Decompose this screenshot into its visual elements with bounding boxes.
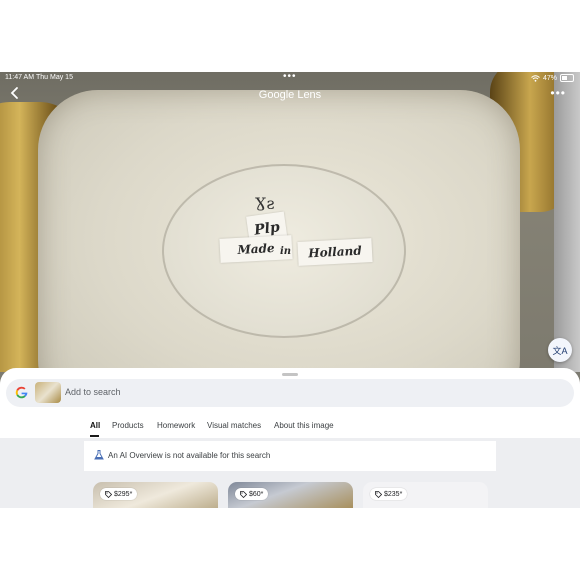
tab-about-this-image[interactable]: About this image — [274, 421, 334, 430]
price-badge: $60* — [235, 488, 269, 500]
price-text: $60* — [249, 490, 264, 498]
price-text: $295* — [114, 490, 133, 498]
product-card[interactable]: $60* — [228, 482, 353, 508]
status-date: Thu May 15 — [36, 74, 73, 81]
google-logo-icon — [14, 385, 29, 400]
search-image: Ɣƨ Plp Made in Holland — [0, 72, 580, 372]
translate-icon[interactable]: 文A — [548, 338, 572, 362]
page-title: Google Lens — [258, 89, 322, 101]
add-to-search-bar[interactable]: Add to search — [6, 379, 574, 407]
google-g-icon — [15, 386, 28, 399]
price-badge: $295* — [100, 488, 138, 500]
tag-icon — [240, 490, 247, 498]
product-card[interactable]: $295* — [93, 482, 218, 508]
multitask-dots-icon[interactable]: ••• — [283, 72, 297, 82]
ai-overview-text: An AI Overview is not available for this… — [108, 451, 271, 460]
image-edge — [554, 72, 580, 372]
sticker-holland: Holland — [297, 238, 373, 266]
flask-icon — [94, 450, 104, 460]
battery-icon — [560, 74, 574, 82]
status-time: 11:47 AM — [5, 74, 35, 81]
drag-handle[interactable] — [282, 373, 298, 376]
results-sheet: Add to search All Products Homework Visu… — [0, 368, 580, 508]
tab-all[interactable]: All — [90, 421, 100, 430]
tab-visual-matches[interactable]: Visual matches — [207, 421, 261, 430]
active-tab-indicator — [90, 435, 99, 437]
price-badge: $235* — [370, 488, 408, 500]
tab-products[interactable]: Products — [112, 421, 144, 430]
more-options-icon[interactable]: ••• — [550, 86, 566, 100]
status-right: 47% — [531, 74, 574, 82]
tab-homework[interactable]: Homework — [157, 421, 195, 430]
maker-mark: Ɣƨ — [255, 194, 275, 213]
ai-overview-notice: An AI Overview is not available for this… — [84, 441, 496, 471]
sticker-in: in — [280, 246, 292, 257]
search-placeholder[interactable]: Add to search — [65, 387, 121, 397]
top-bar: Google Lens ••• — [0, 84, 580, 108]
price-text: $235* — [384, 490, 403, 498]
product-card[interactable]: $235* — [363, 482, 488, 508]
battery-percent: 47% — [542, 74, 557, 82]
lens-screen: Ɣƨ Plp Made in Holland 11:47 AM Thu May … — [0, 72, 580, 508]
tag-icon — [375, 490, 382, 498]
wifi-icon — [531, 74, 540, 82]
tag-icon — [105, 490, 112, 498]
status-bar: 11:47 AM Thu May 15 ••• 47% — [0, 72, 580, 84]
search-image-thumbnail[interactable] — [35, 382, 61, 403]
